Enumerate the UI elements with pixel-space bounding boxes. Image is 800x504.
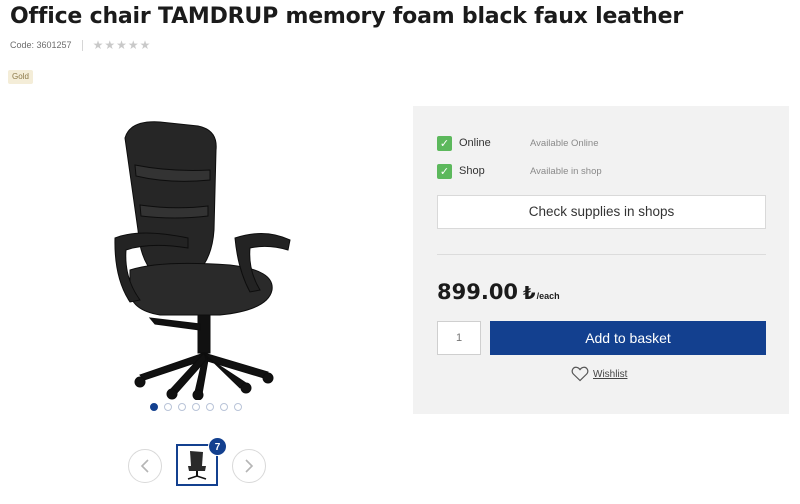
rating-stars[interactable]: ★ ★ ★ ★ ★ [93, 39, 151, 51]
wishlist-label: Wishlist [593, 368, 628, 380]
availability-label: Shop [459, 165, 485, 177]
meta-divider [81, 39, 83, 51]
product-image-gallery[interactable] [100, 110, 310, 400]
product-code: Code: 3601257 [10, 40, 72, 50]
gallery-next-button[interactable] [232, 449, 266, 483]
gallery-dot[interactable] [192, 403, 200, 411]
availability-status: Available Online [530, 137, 599, 149]
purchase-panel: ✓ Online Available Online ✓ Shop Availab… [413, 106, 789, 414]
gallery-dot[interactable] [206, 403, 214, 411]
gallery-prev-button[interactable] [128, 449, 162, 483]
price: 899.00 ₺ /each [437, 280, 560, 304]
currency-symbol: ₺ [523, 283, 536, 304]
star-icon: ★ [92, 38, 104, 52]
gallery-dots [150, 403, 242, 411]
product-meta: Code: 3601257 ★ ★ ★ ★ ★ [10, 38, 150, 52]
availability-label: Online [459, 137, 491, 149]
thumbnail-image [187, 451, 207, 480]
price-value: 899.00 [437, 280, 519, 304]
product-title: Office chair TAMDRUP memory foam black f… [10, 4, 683, 29]
image-count-badge: 7 [208, 437, 227, 456]
star-icon: ★ [104, 38, 116, 52]
heart-icon [571, 366, 589, 382]
check-icon: ✓ [437, 163, 452, 179]
availability-shop: ✓ Shop Available in shop [437, 162, 602, 180]
availability-status: Available in shop [530, 165, 602, 177]
chevron-left-icon [140, 459, 149, 473]
check-icon: ✓ [437, 135, 452, 151]
product-image[interactable] [100, 110, 310, 400]
quantity-input[interactable] [437, 321, 481, 355]
gallery-dot[interactable] [150, 403, 158, 411]
add-to-basket-button[interactable]: Add to basket [490, 321, 766, 355]
chevron-right-icon [245, 459, 254, 473]
star-icon: ★ [116, 38, 127, 52]
gallery-dot[interactable] [178, 403, 186, 411]
gallery-dot[interactable] [164, 403, 172, 411]
wishlist-link[interactable]: Wishlist [571, 365, 627, 383]
panel-divider [437, 254, 766, 255]
star-icon: ★ [127, 38, 139, 52]
price-unit: /each [536, 291, 560, 301]
gallery-dot[interactable] [234, 403, 242, 411]
gallery-dot[interactable] [220, 403, 228, 411]
availability-online: ✓ Online Available Online [437, 134, 598, 152]
check-supplies-button[interactable]: Check supplies in shops [437, 195, 766, 229]
gold-badge: Gold [8, 70, 33, 84]
star-icon: ★ [139, 38, 151, 52]
